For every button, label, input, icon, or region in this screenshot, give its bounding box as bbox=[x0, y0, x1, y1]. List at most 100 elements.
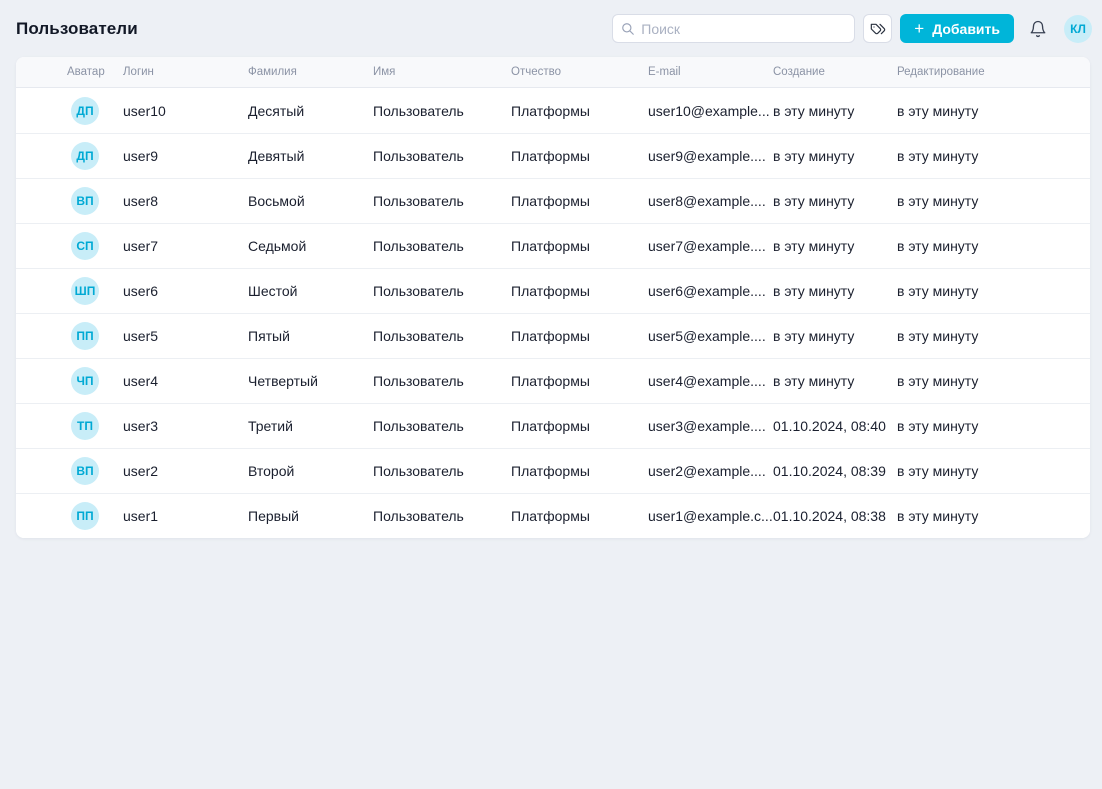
login-cell: user6 bbox=[123, 283, 248, 299]
search-input[interactable] bbox=[641, 21, 846, 37]
avatar-cell: ПП bbox=[67, 502, 123, 530]
table-row[interactable]: ВП user2 Второй Пользователь Платформы u… bbox=[16, 448, 1090, 493]
middlename-cell: Платформы bbox=[511, 463, 648, 479]
lastname-cell: Седьмой bbox=[248, 238, 373, 254]
row-avatar: ШП bbox=[71, 277, 99, 305]
email-cell: user2@example.... bbox=[648, 463, 773, 479]
avatar-cell: ТП bbox=[67, 412, 123, 440]
firstname-cell: Пользователь bbox=[373, 103, 511, 119]
firstname-cell: Пользователь bbox=[373, 148, 511, 164]
edited-cell: в эту минуту bbox=[897, 508, 1090, 524]
login-cell: user8 bbox=[123, 193, 248, 209]
add-button-label: Добавить bbox=[932, 21, 1000, 37]
email-cell: user9@example.... bbox=[648, 148, 773, 164]
row-avatar: СП bbox=[71, 232, 99, 260]
table-row[interactable]: СП user7 Седьмой Пользователь Платформы … bbox=[16, 223, 1090, 268]
login-cell: user3 bbox=[123, 418, 248, 434]
login-cell: user10 bbox=[123, 103, 248, 119]
lastname-cell: Десятый bbox=[248, 103, 373, 119]
created-cell: в эту минуту bbox=[773, 373, 897, 389]
edited-cell: в эту минуту bbox=[897, 418, 1090, 434]
middlename-cell: Платформы bbox=[511, 508, 648, 524]
edited-cell: в эту минуту bbox=[897, 148, 1090, 164]
created-cell: в эту минуту bbox=[773, 283, 897, 299]
created-cell: 01.10.2024, 08:38 bbox=[773, 508, 897, 524]
firstname-cell: Пользователь bbox=[373, 373, 511, 389]
row-avatar: ТП bbox=[71, 412, 99, 440]
created-cell: в эту минуту bbox=[773, 328, 897, 344]
firstname-cell: Пользователь bbox=[373, 418, 511, 434]
created-cell: в эту минуту bbox=[773, 103, 897, 119]
firstname-cell: Пользователь bbox=[373, 508, 511, 524]
lastname-cell: Девятый bbox=[248, 148, 373, 164]
firstname-cell: Пользователь bbox=[373, 463, 511, 479]
lastname-cell: Пятый bbox=[248, 328, 373, 344]
edited-cell: в эту минуту bbox=[897, 238, 1090, 254]
table-row[interactable]: ЧП user4 Четвертый Пользователь Платформ… bbox=[16, 358, 1090, 403]
col-header-email: E-mail bbox=[648, 66, 773, 78]
table-row[interactable]: ПП user1 Первый Пользователь Платформы u… bbox=[16, 493, 1090, 538]
page-title: Пользователи bbox=[16, 19, 138, 39]
avatar-cell: ПП bbox=[67, 322, 123, 350]
email-cell: user8@example.... bbox=[648, 193, 773, 209]
created-cell: в эту минуту bbox=[773, 148, 897, 164]
table-body: ДП user10 Десятый Пользователь Платформы… bbox=[16, 88, 1090, 538]
table-row[interactable]: ШП user6 Шестой Пользователь Платформы u… bbox=[16, 268, 1090, 313]
table-row[interactable]: ДП user10 Десятый Пользователь Платформы… bbox=[16, 88, 1090, 133]
created-cell: в эту минуту bbox=[773, 238, 897, 254]
middlename-cell: Платформы bbox=[511, 328, 648, 344]
row-avatar: ПП bbox=[71, 502, 99, 530]
add-button[interactable]: + Добавить bbox=[900, 14, 1014, 43]
user-avatar[interactable]: КЛ bbox=[1064, 15, 1092, 43]
email-cell: user5@example.... bbox=[648, 328, 773, 344]
middlename-cell: Платформы bbox=[511, 373, 648, 389]
middlename-cell: Платформы bbox=[511, 193, 648, 209]
lastname-cell: Третий bbox=[248, 418, 373, 434]
search-icon bbox=[621, 22, 635, 36]
edited-cell: в эту минуту bbox=[897, 103, 1090, 119]
created-cell: 01.10.2024, 08:39 bbox=[773, 463, 897, 479]
created-cell: 01.10.2024, 08:40 bbox=[773, 418, 897, 434]
email-cell: user7@example.... bbox=[648, 238, 773, 254]
col-header-lastname: Фамилия bbox=[248, 66, 373, 78]
table-row[interactable]: ДП user9 Девятый Пользователь Платформы … bbox=[16, 133, 1090, 178]
row-avatar: ВП bbox=[71, 457, 99, 485]
row-avatar: ДП bbox=[71, 142, 99, 170]
login-cell: user4 bbox=[123, 373, 248, 389]
login-cell: user7 bbox=[123, 238, 248, 254]
lastname-cell: Шестой bbox=[248, 283, 373, 299]
table-row[interactable]: ПП user5 Пятый Пользователь Платформы us… bbox=[16, 313, 1090, 358]
edited-cell: в эту минуту bbox=[897, 193, 1090, 209]
plus-icon: + bbox=[914, 20, 924, 37]
tags-button[interactable] bbox=[863, 14, 892, 43]
row-avatar: ДП bbox=[71, 97, 99, 125]
lastname-cell: Восьмой bbox=[248, 193, 373, 209]
col-header-firstname: Имя bbox=[373, 66, 511, 78]
edited-cell: в эту минуту bbox=[897, 283, 1090, 299]
login-cell: user1 bbox=[123, 508, 248, 524]
topbar-actions: + Добавить КЛ bbox=[612, 14, 1092, 43]
table-row[interactable]: ТП user3 Третий Пользователь Платформы u… bbox=[16, 403, 1090, 448]
edited-cell: в эту минуту bbox=[897, 463, 1090, 479]
email-cell: user1@example.c... bbox=[648, 508, 773, 524]
email-cell: user4@example.... bbox=[648, 373, 773, 389]
table-row[interactable]: ВП user8 Восьмой Пользователь Платформы … bbox=[16, 178, 1090, 223]
col-header-avatar: Аватар bbox=[67, 66, 123, 78]
middlename-cell: Платформы bbox=[511, 238, 648, 254]
notifications-button[interactable] bbox=[1026, 17, 1050, 41]
firstname-cell: Пользователь bbox=[373, 193, 511, 209]
col-header-login: Логин bbox=[123, 66, 248, 78]
col-header-created: Создание bbox=[773, 66, 897, 78]
firstname-cell: Пользователь bbox=[373, 283, 511, 299]
login-cell: user2 bbox=[123, 463, 248, 479]
middlename-cell: Платформы bbox=[511, 283, 648, 299]
avatar-cell: ВП bbox=[67, 457, 123, 485]
email-cell: user3@example.... bbox=[648, 418, 773, 434]
avatar-cell: ДП bbox=[67, 97, 123, 125]
middlename-cell: Платформы bbox=[511, 103, 648, 119]
login-cell: user9 bbox=[123, 148, 248, 164]
row-avatar: ЧП bbox=[71, 367, 99, 395]
search-box[interactable] bbox=[612, 14, 855, 43]
col-header-edited: Редактирование bbox=[897, 66, 1090, 78]
bell-icon bbox=[1029, 20, 1047, 38]
